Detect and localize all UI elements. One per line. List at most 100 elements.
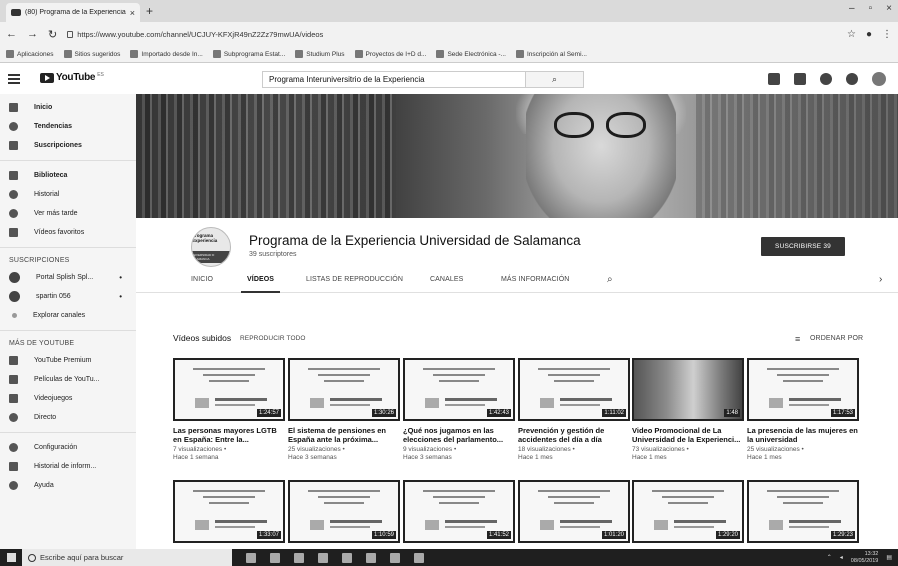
video-card[interactable]: 1:48 Video Promocional de La Universidad… <box>632 358 744 462</box>
play-all-button[interactable]: REPRODUCIR TODO <box>240 335 306 342</box>
sidebar-item-historial[interactable]: Historial <box>0 185 136 204</box>
bookmark-item[interactable]: Studium Plus <box>295 50 345 58</box>
video-thumbnail[interactable]: 1:24:57 <box>173 358 285 421</box>
account-avatar[interactable] <box>872 72 886 86</box>
chevron-right-icon[interactable]: › <box>879 274 882 285</box>
video-thumbnail[interactable]: 1:11:02 <box>518 358 630 421</box>
video-card[interactable]: 1:29:20 <box>632 480 744 543</box>
bookmark-item[interactable]: Sitios sugeridos <box>63 50 120 58</box>
bookmark-item[interactable]: Sede Electrónica -... <box>436 50 506 58</box>
tab-canales[interactable]: CANALES <box>430 276 463 283</box>
notifications-icon[interactable] <box>846 73 858 85</box>
video-thumbnail[interactable]: 1:30:26 <box>288 358 400 421</box>
video-thumbnail[interactable]: 1:01:20 <box>518 480 630 543</box>
taskbar-search[interactable]: Escribe aquí para buscar <box>22 549 232 566</box>
profile-icon[interactable]: ● <box>866 29 872 40</box>
video-thumbnail[interactable]: 1:33:07 <box>173 480 285 543</box>
subscribe-button[interactable]: SUSCRIBIRSE 39 <box>761 237 845 256</box>
messages-icon[interactable] <box>820 73 832 85</box>
close-tab-icon[interactable]: × <box>130 8 135 18</box>
clock[interactable]: 13:32 08/05/2019 <box>851 551 879 564</box>
volume-icon[interactable]: ◂ <box>840 554 843 561</box>
edge-browser-icon[interactable] <box>294 552 304 563</box>
menu-dots-icon[interactable]: ⋮ <box>882 29 892 40</box>
video-title[interactable]: ¿Qué nos jugamos en las elecciones del p… <box>403 426 515 444</box>
youtube-logo[interactable]: YouTube ES <box>40 72 104 83</box>
video-thumbnail[interactable]: 1:48 <box>632 358 744 421</box>
video-card[interactable]: 1:29:23 <box>747 480 859 543</box>
bookmark-item[interactable]: Subprograma Estat... <box>212 50 285 58</box>
video-card[interactable]: 1:17:53 La presencia de las mujeres en l… <box>747 358 859 462</box>
sidebar-item-peliculas[interactable]: Películas de YouTu... <box>0 370 136 389</box>
apps-grid-icon[interactable] <box>794 73 806 85</box>
task-view-icon[interactable] <box>270 552 280 563</box>
windows-start-button[interactable] <box>0 553 22 562</box>
reload-icon[interactable]: ↻ <box>48 28 57 41</box>
photos-icon[interactable] <box>414 552 424 563</box>
microphone-icon[interactable] <box>246 552 256 563</box>
sidebar-item-youtube-premium[interactable]: YouTube Premium <box>0 351 136 370</box>
file-explorer-icon[interactable] <box>318 552 328 563</box>
forward-icon[interactable]: → <box>27 28 38 40</box>
video-title[interactable]: El sistema de pensiones en España ante l… <box>288 426 400 444</box>
sidebar-item-ayuda[interactable]: Ayuda <box>0 476 136 495</box>
search-input[interactable] <box>263 72 525 87</box>
close-window-icon[interactable]: × <box>886 3 892 14</box>
sort-button[interactable]: ORDENAR POR <box>810 335 863 342</box>
video-thumbnail[interactable]: 1:29:20 <box>632 480 744 543</box>
video-card[interactable]: 1:41:52 <box>403 480 515 543</box>
sidebar-subscription-item[interactable]: Portal Splish Spl... • <box>0 268 136 287</box>
minimize-icon[interactable]: – <box>849 3 855 14</box>
sidebar-item-explorar-canales[interactable]: Explorar canales <box>0 306 136 325</box>
notifications-icon[interactable]: ▤ <box>886 554 892 561</box>
video-title[interactable]: Video Promocional de La Universidad de l… <box>632 426 744 444</box>
video-thumbnail[interactable]: 1:42:43 <box>403 358 515 421</box>
chrome-icon[interactable] <box>366 552 376 563</box>
video-card[interactable]: 1:01:20 <box>518 480 630 543</box>
word-icon[interactable] <box>390 552 400 563</box>
sidebar-item-videos-favoritos[interactable]: Vídeos favoritos <box>0 223 136 242</box>
tab-listas[interactable]: LISTAS DE REPRODUCCIÓN <box>306 276 403 283</box>
sidebar-subscription-item[interactable]: spartin 056 • <box>0 287 136 306</box>
video-title[interactable]: Las personas mayores LGTB en España: Ent… <box>173 426 285 444</box>
sidebar-item-directo[interactable]: Directo <box>0 408 136 427</box>
network-icon[interactable]: ⌃ <box>827 554 832 561</box>
tab-inicio[interactable]: INICIO <box>191 276 213 283</box>
bookmark-item[interactable]: Importado desde In... <box>130 50 203 58</box>
video-thumbnail[interactable]: 1:17:53 <box>747 358 859 421</box>
video-title[interactable]: Prevención y gestión de accidentes del d… <box>518 426 630 444</box>
sort-icon[interactable]: ≡ <box>795 334 800 344</box>
browser-tab[interactable]: (80) Programa de la Experiencia × <box>6 3 140 22</box>
video-card[interactable]: 1:42:43 ¿Qué nos jugamos en las eleccion… <box>403 358 515 462</box>
bookmark-item[interactable]: Aplicaciones <box>6 50 54 58</box>
channel-search-icon[interactable]: ⌕ <box>607 274 613 285</box>
tab-videos[interactable]: VÍDEOS <box>240 276 281 293</box>
back-icon[interactable]: ← <box>6 28 17 40</box>
maximize-icon[interactable]: ▫ <box>869 3 873 14</box>
video-card[interactable]: 1:30:26 El sistema de pensiones en Españ… <box>288 358 400 462</box>
star-icon[interactable]: ☆ <box>847 29 856 40</box>
tab-mas-informacion[interactable]: MÁS INFORMACIÓN <box>501 276 569 283</box>
sidebar-item-biblioteca[interactable]: Biblioteca <box>0 166 136 185</box>
sidebar-item-videojuegos[interactable]: Videojuegos <box>0 389 136 408</box>
video-thumbnail[interactable]: 1:41:52 <box>403 480 515 543</box>
search-button[interactable]: ⌕ <box>525 72 583 87</box>
sidebar-item-suscripciones[interactable]: Suscripciones <box>0 136 136 155</box>
sidebar-item-historial-informes[interactable]: Historial de inform... <box>0 457 136 476</box>
video-card[interactable]: 1:24:57 Las personas mayores LGTB en Esp… <box>173 358 285 462</box>
url-field[interactable]: https://www.youtube.com/channel/UCJUY-KF… <box>67 30 837 39</box>
sidebar-item-ver-mas-tarde[interactable]: Ver más tarde <box>0 204 136 223</box>
new-tab-button[interactable]: + <box>146 4 153 18</box>
bookmark-item[interactable]: Proyectos de I+D d... <box>354 50 426 58</box>
video-thumbnail[interactable]: 1:29:23 <box>747 480 859 543</box>
sidebar-item-configuracion[interactable]: Configuración <box>0 438 136 457</box>
sidebar-item-inicio[interactable]: Inicio <box>0 98 136 117</box>
video-thumbnail[interactable]: 1:10:59 <box>288 480 400 543</box>
video-card[interactable]: 1:33:07 <box>173 480 285 543</box>
bookmark-item[interactable]: Inscripción al Semi... <box>515 50 587 58</box>
video-title[interactable]: La presencia de las mujeres en la univer… <box>747 426 859 444</box>
mail-icon[interactable] <box>342 552 352 563</box>
hamburger-menu-icon[interactable] <box>8 74 20 84</box>
video-card[interactable]: 1:11:02 Prevención y gestión de accident… <box>518 358 630 462</box>
sidebar-item-tendencias[interactable]: Tendencias <box>0 117 136 136</box>
